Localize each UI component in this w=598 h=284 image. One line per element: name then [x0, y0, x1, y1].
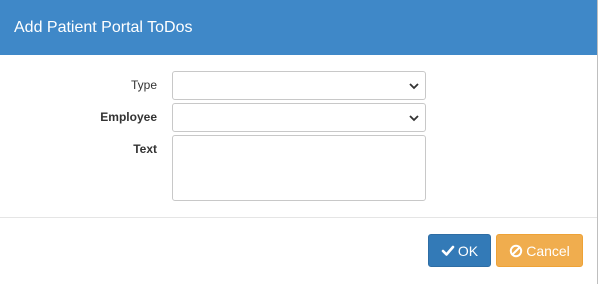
employee-label: Employee: [100, 110, 157, 124]
cancel-button-label: Cancel: [526, 242, 570, 259]
cancel-button[interactable]: Cancel: [496, 234, 583, 267]
ok-button-label: OK: [457, 242, 479, 259]
add-patient-portal-todos-dialog: Add Patient Portal ToDos Type Employee T…: [0, 0, 598, 284]
chevron-down-icon: [409, 83, 419, 90]
dialog-footer: OK Cancel: [0, 218, 597, 284]
type-label: Type: [130, 78, 157, 92]
type-select[interactable]: [172, 71, 426, 100]
text-label: Text: [133, 142, 157, 156]
dialog-body: Type Employee Text: [0, 55, 597, 218]
dialog-title: Add Patient Portal ToDos: [14, 18, 193, 36]
employee-select[interactable]: [172, 103, 426, 132]
text-textarea[interactable]: [172, 135, 426, 201]
check-icon: [441, 245, 455, 256]
chevron-down-icon: [409, 115, 419, 122]
ok-button[interactable]: OK: [428, 234, 491, 267]
ban-icon: [510, 244, 523, 257]
dialog-header: Add Patient Portal ToDos: [0, 0, 597, 55]
